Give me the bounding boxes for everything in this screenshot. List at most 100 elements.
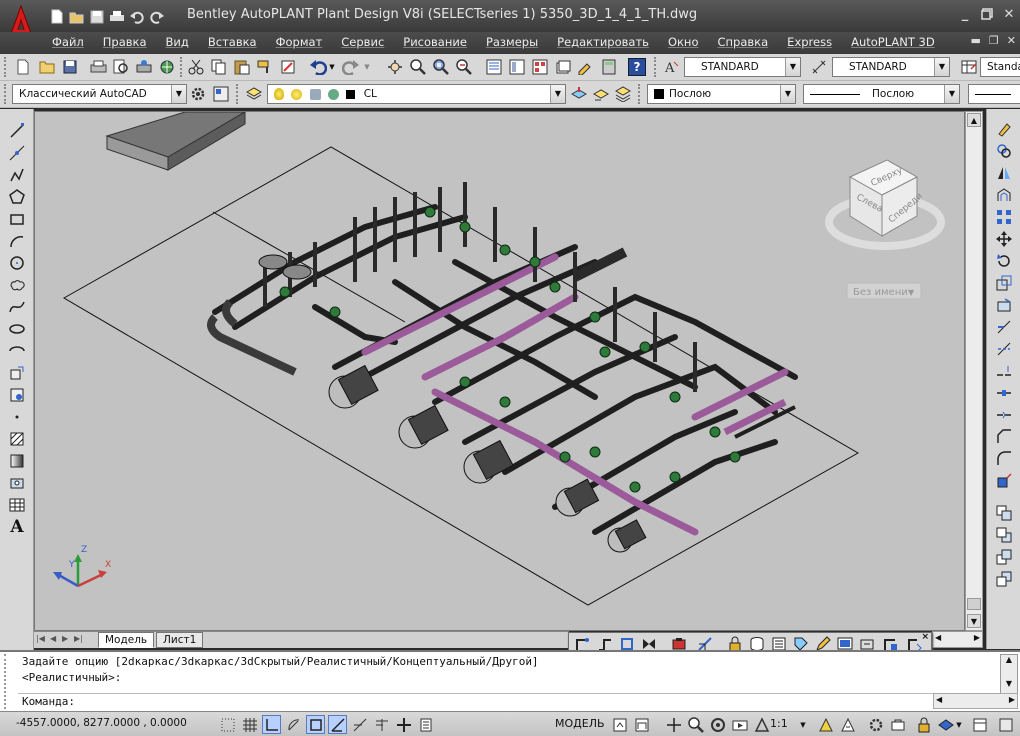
scroll-right-icon[interactable]: ▶: [974, 633, 980, 642]
menu-format[interactable]: Формат: [276, 35, 333, 50]
doc-close-icon[interactable]: ✕: [1007, 34, 1016, 47]
break-icon[interactable]: [994, 383, 1014, 402]
polygon-icon[interactable]: [7, 187, 27, 206]
hatch-icon[interactable]: [7, 429, 27, 448]
quick-view-layouts-icon[interactable]: [610, 715, 629, 734]
viewport-horizontal-scrollbar[interactable]: ◀ ▶: [932, 631, 983, 648]
annotation-scale-value[interactable]: 1:1: [770, 717, 788, 730]
move-icon[interactable]: [994, 229, 1014, 248]
rectangle-icon[interactable]: [7, 209, 27, 228]
plot-icon[interactable]: [89, 58, 107, 76]
isolate-objects-icon[interactable]: [936, 715, 955, 734]
layer-previous-icon[interactable]: [592, 85, 610, 103]
menu-help[interactable]: Справка: [718, 35, 779, 50]
lineweight-select[interactable]: [968, 84, 1020, 104]
model-viewport[interactable]: Сверху Слева Спереди Без имени ▼ Z Y X: [34, 111, 965, 631]
menu-file[interactable]: Файл: [52, 35, 94, 50]
status-menu-icon[interactable]: ▼: [954, 715, 964, 734]
scroll-thumb[interactable]: [967, 598, 981, 610]
scroll-down-icon[interactable]: ▼: [1001, 679, 1017, 688]
object-snap-icon[interactable]: [306, 715, 325, 734]
menu-insert[interactable]: Вставка: [208, 35, 267, 50]
chamfer-icon[interactable]: [994, 427, 1014, 446]
snap-mode-icon[interactable]: [218, 715, 237, 734]
scroll-left-icon[interactable]: ◀: [935, 633, 941, 642]
extend-icon[interactable]: [994, 339, 1014, 358]
multiline-text-icon[interactable]: A: [7, 517, 27, 537]
break-at-point-icon[interactable]: [994, 361, 1014, 380]
paste-icon[interactable]: [233, 58, 251, 76]
copy-icon[interactable]: [210, 58, 228, 76]
close-icon[interactable]: ✕: [1000, 5, 1018, 23]
ellipse-icon[interactable]: [7, 319, 27, 338]
trim-icon[interactable]: [994, 317, 1014, 336]
qopen-icon[interactable]: [68, 8, 85, 25]
ucs-menu[interactable]: Без имени ▼: [846, 282, 922, 300]
toolbar-grip[interactable]: [236, 84, 240, 104]
lineweight-icon[interactable]: [394, 715, 413, 734]
menu-dimension[interactable]: Размеры: [486, 35, 548, 50]
point-icon[interactable]: [7, 407, 27, 426]
text-style-select[interactable]: STANDARD ▼: [684, 57, 801, 77]
mirror-icon[interactable]: [994, 163, 1014, 182]
line-icon[interactable]: [7, 121, 27, 140]
command-scrollbar[interactable]: ▲ ▼: [1000, 654, 1018, 694]
copy-object-icon[interactable]: [994, 141, 1014, 160]
coordinates-readout[interactable]: -4557.0000, 8277.0000 , 0.0000: [16, 717, 187, 729]
zoom-realtime-icon[interactable]: [409, 58, 427, 76]
revcloud-icon[interactable]: [7, 275, 27, 294]
block-editor-icon[interactable]: [279, 58, 297, 76]
3d-dwf-icon[interactable]: [158, 58, 176, 76]
showmotion-icon[interactable]: [730, 715, 749, 734]
qprint-icon[interactable]: [108, 8, 125, 25]
pan-status-icon[interactable]: [664, 715, 683, 734]
toolbar-grip[interactable]: [654, 57, 658, 77]
draw-order-below-icon[interactable]: [994, 569, 1014, 588]
design-center-icon[interactable]: [508, 58, 526, 76]
make-block-icon[interactable]: [7, 385, 27, 404]
spline-icon[interactable]: [7, 297, 27, 316]
make-object-layer-current-icon[interactable]: [570, 85, 588, 103]
fullscreen-icon[interactable]: [996, 715, 1015, 734]
match-properties-icon[interactable]: [256, 58, 274, 76]
region-icon[interactable]: [7, 473, 27, 492]
redo-icon[interactable]: [342, 58, 360, 76]
qredo-icon[interactable]: [148, 8, 165, 25]
tab-model[interactable]: Модель: [98, 632, 155, 648]
menu-modify[interactable]: Редактировать: [557, 35, 659, 50]
plot-preview-icon[interactable]: [112, 58, 130, 76]
erase-icon[interactable]: [994, 119, 1014, 138]
command-hscroll[interactable]: ◀ ▶: [933, 693, 1018, 709]
explode-icon[interactable]: [994, 471, 1014, 490]
object-snap-tracking-icon[interactable]: [328, 715, 347, 734]
tab-prev-icon[interactable]: ◀: [50, 634, 56, 643]
layer-select[interactable]: CL ▼: [267, 84, 566, 104]
draw-order-back-icon[interactable]: [994, 525, 1014, 544]
scale-icon[interactable]: [994, 273, 1014, 292]
steeringwheel-icon[interactable]: [708, 715, 727, 734]
markup-set-icon[interactable]: [577, 58, 595, 76]
ellipse-arc-icon[interactable]: [7, 341, 27, 360]
rotate-icon[interactable]: [994, 251, 1014, 270]
menu-window[interactable]: Окно: [668, 35, 709, 50]
viewport-vertical-scrollbar[interactable]: ▲ ▼: [965, 111, 983, 631]
new-icon[interactable]: [14, 58, 32, 76]
toolbar-grip[interactable]: [4, 57, 8, 77]
undo-dropdown-icon[interactable]: ▼: [327, 58, 337, 76]
toolbar-grip[interactable]: [638, 84, 642, 104]
table-style-select[interactable]: Standa: [980, 57, 1020, 77]
workspace-select[interactable]: Классический AutoCAD ▼: [12, 84, 187, 104]
doc-restore-icon[interactable]: ❐: [989, 34, 999, 47]
publish-icon[interactable]: [135, 58, 153, 76]
hardware-acceleration-icon[interactable]: [914, 715, 933, 734]
cut-icon[interactable]: [187, 58, 205, 76]
redo-dropdown-icon[interactable]: ▼: [362, 58, 372, 76]
qsave-icon[interactable]: [88, 8, 105, 25]
quick-properties-icon[interactable]: [416, 715, 435, 734]
menu-express[interactable]: Express: [787, 35, 842, 50]
clean-screen-icon[interactable]: [970, 715, 989, 734]
draw-order-above-icon[interactable]: [994, 547, 1014, 566]
workspace-settings-icon[interactable]: [189, 85, 207, 103]
tool-palettes-icon[interactable]: [531, 58, 549, 76]
qundo-icon[interactable]: [128, 8, 145, 25]
